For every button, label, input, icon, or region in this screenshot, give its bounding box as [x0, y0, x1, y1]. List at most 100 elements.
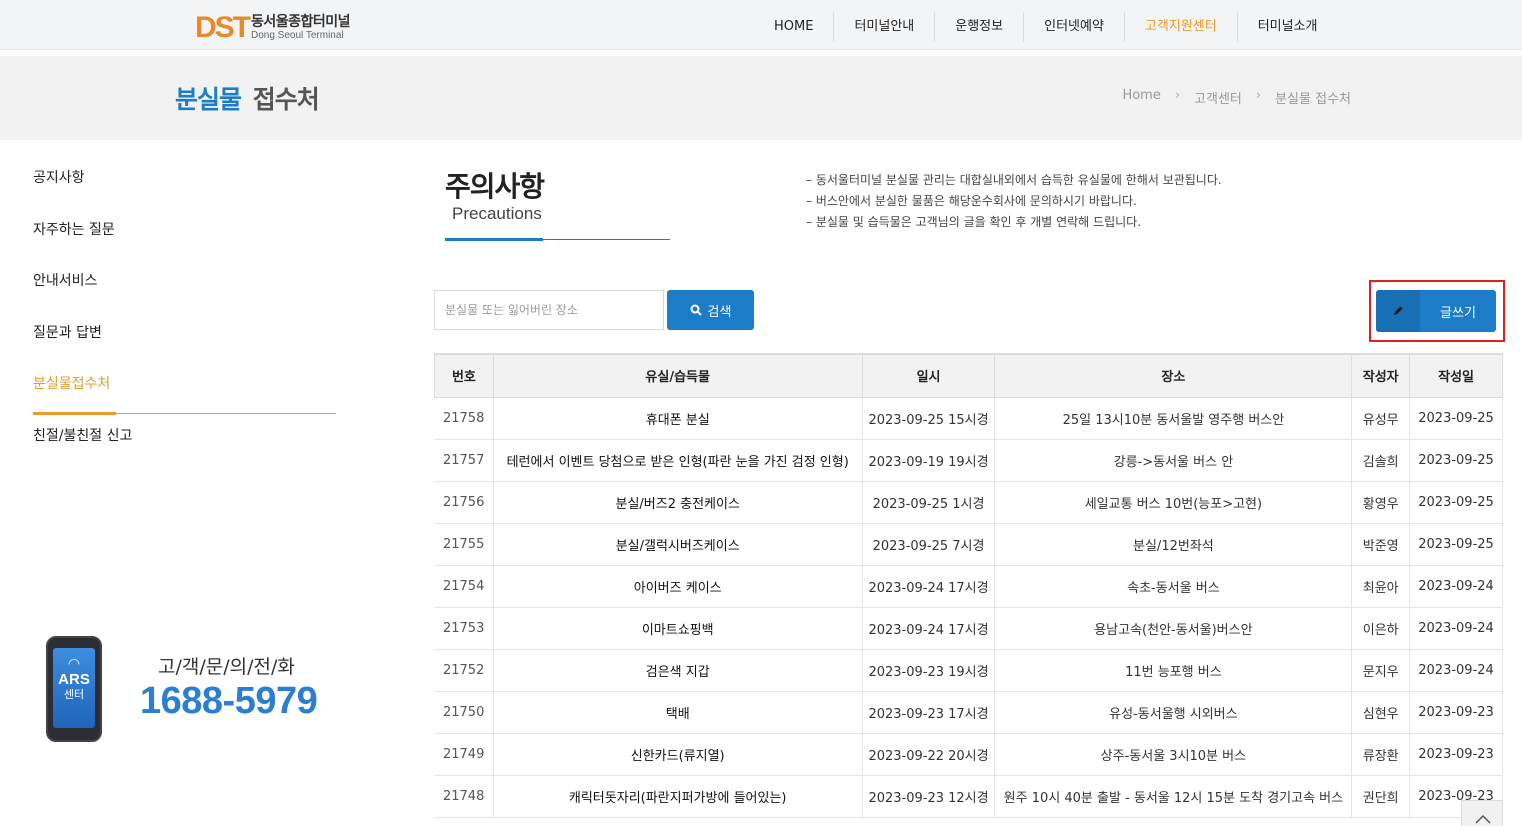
breadcrumb: Home › 고객센터 › 분실물 접수처 [1122, 88, 1351, 107]
cell-datetime: 2023-09-24 17시경 [861, 607, 995, 650]
site-header: DST 동서울종합터미널 Dong Seoul Terminal HOME 터미… [0, 0, 1522, 60]
cell-place: 25일 13시10분 동서울발 영주행 버스안 [994, 397, 1352, 440]
cell-date: 2023-09-24 [1409, 565, 1503, 608]
table-row[interactable]: 21749 신한카드(류지열) 2023-09-22 20시경 상주-동서울 3시10… [434, 733, 1503, 776]
cell-item-title[interactable]: 캐릭터돗자리(파란지퍼가방에 들어있는) [492, 775, 863, 818]
cell-item-title[interactable]: 검은색 지갑 [492, 649, 863, 692]
sidebar-item-notices[interactable]: 공지사항 [33, 165, 336, 217]
nav-terminal-intro[interactable]: 터미널소개 [1236, 12, 1338, 42]
cell-datetime: 2023-09-23 12시경 [861, 775, 995, 818]
sidebar-item-guide-service[interactable]: 안내서비스 [33, 268, 336, 320]
cell-item-title[interactable]: 택배 [492, 691, 863, 734]
phone-icon: ◠ ARS 센터 [46, 636, 102, 742]
sidebar-item-kindness-report[interactable]: 친절/불친절 신고 [33, 423, 336, 475]
cell-writer: 황영우 [1351, 481, 1410, 524]
table-row[interactable]: 21757 테런에서 이벤트 당첨으로 받은 인형(파란 눈을 가진 검정 인형)… [434, 439, 1503, 482]
sidebar-item-faq[interactable]: 자주하는 질문 [33, 217, 336, 269]
cell-place: 유성-동서울행 시외버스 [994, 691, 1352, 734]
sidebar-item-qna[interactable]: 질문과 답변 [33, 320, 336, 372]
cell-writer: 김솔희 [1351, 439, 1410, 482]
cell-item-title[interactable]: 분실/갤럭시버즈케이스 [492, 523, 863, 566]
page-title: 분실물 접수처 [175, 80, 320, 116]
table-row[interactable]: 21753 이마트쇼핑백 2023-09-24 17시경 용남고속(천안-동서울)버스… [434, 607, 1503, 650]
sidebar: 공지사항 자주하는 질문 안내서비스 질문과 답변 분실물접수처 친절/불친절 … [33, 165, 336, 474]
breadcrumb-customer-center[interactable]: 고객센터 [1194, 88, 1242, 107]
search-button-label: 검색 [707, 303, 732, 319]
ars-contact-banner: ◠ ARS 센터 고/객/문/의/전/화 1688-5979 [38, 630, 338, 758]
cell-datetime: 2023-09-25 15시경 [861, 397, 995, 440]
site-logo[interactable]: DST 동서울종합터미널 Dong Seoul Terminal [195, 11, 351, 45]
cell-place: 분실/12번좌석 [994, 523, 1352, 566]
precaution-note: 버스안에서 분실한 물품은 해당운수회사에 문의하시기 바랍니다. [806, 191, 1222, 212]
table-row[interactable]: 21750 택배 2023-09-23 17시경 유성-동서울행 시외버스 심현우 202… [434, 691, 1503, 734]
cell-place: 속초-동서울 버스 [994, 565, 1352, 608]
page-title-rest: 접수처 [252, 85, 320, 114]
column-header-no: 번호 [434, 353, 494, 398]
cell-datetime: 2023-09-23 17시경 [861, 691, 995, 734]
cell-item-title[interactable]: 이마트쇼핑백 [492, 607, 863, 650]
search-button[interactable]: 검색 [667, 290, 754, 330]
column-header-item: 유실/습득물 [492, 353, 863, 398]
table-row[interactable]: 21758 휴대폰 분실 2023-09-25 15시경 25일 13시10분 동서울… [434, 397, 1503, 440]
heading-underline [445, 238, 543, 241]
cell-date: 2023-09-24 [1409, 607, 1503, 650]
pencil-icon [1376, 290, 1420, 332]
breadcrumb-home[interactable]: Home [1122, 88, 1160, 107]
table-row[interactable]: 21754 아이버즈 케이스 2023-09-24 17시경 속초-동서울 버스 최윤아… [434, 565, 1503, 608]
cell-no: 21748 [434, 775, 494, 818]
nav-online-booking[interactable]: 인터넷예약 [1023, 12, 1124, 42]
cell-writer: 류장환 [1351, 733, 1410, 776]
logo-korean-name: 동서울종합터미널 [251, 14, 351, 30]
column-header-writer: 작성자 [1351, 353, 1411, 398]
cell-item-title[interactable]: 아이버즈 케이스 [492, 565, 863, 608]
cell-date: 2023-09-25 [1409, 523, 1503, 566]
cell-place: 상주-동서울 3시10분 버스 [994, 733, 1352, 776]
cell-place: 세일교통 버스 10번(능포>고현) [994, 481, 1352, 524]
cell-no: 21755 [434, 523, 494, 566]
table-row[interactable]: 21756 분실/버즈2 충전케이스 2023-09-25 1시경 세일교통 버스 1… [434, 481, 1503, 524]
search-icon [690, 304, 702, 316]
cell-writer: 심현우 [1351, 691, 1410, 734]
page-title-highlight: 분실물 [175, 85, 242, 114]
cell-no: 21753 [434, 607, 494, 650]
nav-home[interactable]: HOME [754, 12, 833, 42]
chevron-right-icon: › [1255, 88, 1262, 103]
cell-place: 용남고속(천안-동서울)버스안 [994, 607, 1352, 650]
cell-item-title[interactable]: 분실/버즈2 충전케이스 [492, 481, 863, 524]
logo-english-name: Dong Seoul Terminal [251, 30, 344, 41]
phone-screen-center: 센터 [63, 689, 85, 701]
cell-no: 21750 [434, 691, 494, 734]
cell-no: 21757 [434, 439, 494, 482]
cell-datetime: 2023-09-23 19시경 [861, 649, 995, 692]
write-button[interactable]: 글쓰기 [1376, 290, 1496, 332]
cell-no: 21749 [434, 733, 494, 776]
table-row[interactable]: 21752 검은색 지갑 2023-09-23 19시경 11번 능포행 버스 문지우 2… [434, 649, 1503, 692]
cell-writer: 권단희 [1351, 775, 1410, 818]
chevron-right-icon: › [1174, 88, 1181, 103]
cell-no: 21752 [434, 649, 494, 692]
cell-date: 2023-09-25 [1409, 397, 1503, 440]
nav-schedule-info[interactable]: 운행정보 [934, 12, 1023, 42]
cell-date: 2023-09-24 [1409, 649, 1503, 692]
sidebar-item-lost-found[interactable]: 분실물접수처 [33, 371, 336, 423]
cell-datetime: 2023-09-25 1시경 [861, 481, 995, 524]
cell-datetime: 2023-09-19 19시경 [861, 439, 995, 482]
precaution-notes: 동서울터미널 분실물 관리는 대합실내외에서 습득한 유실물에 한해서 보관됩니… [806, 170, 1222, 233]
phone-screen-ars: ARS [58, 671, 90, 688]
nav-terminal-guide[interactable]: 터미널안내 [833, 12, 934, 42]
breadcrumb-current: 분실물 접수처 [1275, 92, 1351, 107]
table-body: 21758 휴대폰 분실 2023-09-25 15시경 25일 13시10분 동서울… [434, 397, 1503, 818]
table-row[interactable]: 21755 분실/갤럭시버즈케이스 2023-09-25 7시경 분실/12번좌석 박준… [434, 523, 1503, 566]
cell-item-title[interactable]: 테런에서 이벤트 당첨으로 받은 인형(파란 눈을 가진 검정 인형) [492, 439, 863, 482]
cell-item-title[interactable]: 신한카드(류지열) [492, 733, 863, 776]
table-row[interactable]: 21748 캐릭터돗자리(파란지퍼가방에 들어있는) 2023-09-23 12시경… [434, 775, 1503, 818]
cell-item-title[interactable]: 휴대폰 분실 [492, 397, 863, 440]
search-input[interactable] [434, 290, 664, 330]
nav-customer-support[interactable]: 고객지원센터 [1123, 12, 1237, 60]
cell-date: 2023-09-23 [1409, 733, 1503, 776]
column-header-created: 작성일 [1409, 353, 1503, 398]
table-header-row: 번호 유실/습득물 일시 장소 작성자 작성일 [434, 353, 1503, 398]
chevron-up-icon [1475, 814, 1491, 824]
scroll-top-button[interactable] [1461, 800, 1503, 826]
cell-no: 21756 [434, 481, 494, 524]
